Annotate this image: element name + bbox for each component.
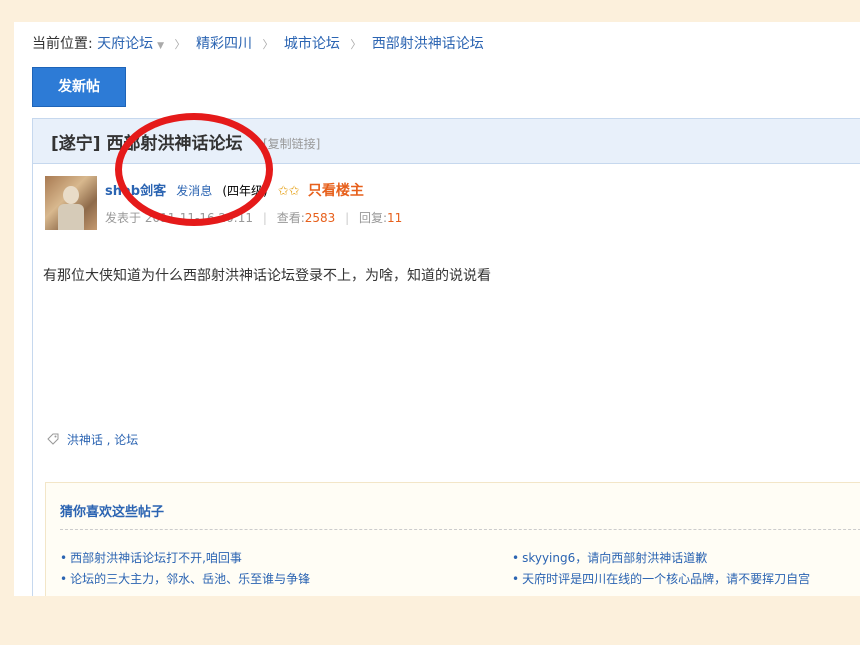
post-meta: 发表于 2011-11-16 20:11 | 查看:2583 | 回复:11	[105, 209, 402, 226]
author-row: shab剑客 发消息 (四年级) ✩✩ 只看楼主	[105, 180, 364, 200]
only-op-link[interactable]: 只看楼主	[308, 183, 364, 199]
copy-link-button[interactable]: [复制链接]	[263, 135, 320, 152]
thread-panel: [遂宁] 西部射洪神话论坛 [复制链接] shab剑客 发消息 (四年级) ✩✩…	[32, 118, 860, 596]
star-icon: ✩✩	[277, 184, 300, 199]
user-level: (四年级)	[222, 184, 268, 198]
breadcrumb-item-tianfu[interactable]: 天府论坛	[97, 36, 153, 52]
caret-down-icon[interactable]: ▼	[157, 41, 164, 51]
divider: |	[345, 211, 350, 225]
posted-prefix: 发表于	[105, 211, 142, 225]
send-message-link[interactable]: 发消息	[176, 184, 212, 198]
avatar[interactable]	[45, 176, 97, 230]
posted-date: 2011-11-16 20:11	[144, 211, 253, 225]
replies-count: 11	[387, 211, 403, 225]
author-name[interactable]: shab剑客	[105, 184, 166, 199]
divider: |	[262, 211, 267, 225]
views-label: 查看:	[276, 211, 305, 225]
post-content: 有那位大侠知道为什么西部射洪神话论坛登录不上，为啥，知道的说说看	[43, 268, 491, 284]
suggested-item[interactable]: 天府时评是四川在线的一个核心品牌，请不要挥刀自宫	[512, 570, 810, 587]
breadcrumb-prefix: 当前位置:	[32, 36, 93, 52]
breadcrumb-item-sichuan[interactable]: 精彩四川	[196, 36, 252, 52]
thread-header: [遂宁] 西部射洪神话论坛 [复制链接]	[33, 119, 860, 164]
breadcrumb-item-city[interactable]: 城市论坛	[284, 36, 340, 52]
forum-page: 当前位置: 天府论坛 ▼ 〉 精彩四川 〉 城市论坛 〉 西部射洪神话论坛 发新帖…	[14, 22, 860, 596]
breadcrumb: 当前位置: 天府论坛 ▼ 〉 精彩四川 〉 城市论坛 〉 西部射洪神话论坛	[32, 33, 484, 53]
divider	[60, 529, 860, 530]
new-post-button[interactable]: 发新帖	[32, 67, 126, 107]
replies-label: 回复:	[358, 211, 388, 225]
tag-list[interactable]: 洪神话 , 论坛	[67, 433, 138, 447]
chevron-right-icon: 〉	[350, 38, 362, 51]
breadcrumb-item-forum[interactable]: 西部射洪神话论坛	[372, 36, 484, 52]
suggested-item[interactable]: skyying6，请向西部射洪神话道歉	[512, 549, 707, 566]
chevron-right-icon: 〉	[262, 38, 274, 51]
tags: 洪神话 , 论坛	[47, 431, 138, 448]
suggested-item[interactable]: 论坛的三大主力，邻水、岳池、乐至谁与争锋	[60, 570, 310, 587]
suggested-item[interactable]: 西部射洪神话论坛打不开,咱回事	[60, 549, 242, 566]
suggested-title: 猜你喜欢这些帖子	[60, 505, 165, 520]
suggested-posts: 猜你喜欢这些帖子 西部射洪神话论坛打不开,咱回事 skyying6，请向西部射洪…	[45, 482, 860, 596]
views-count: 2583	[304, 211, 336, 225]
thread-title: [遂宁] 西部射洪神话论坛	[51, 134, 243, 154]
chevron-right-icon: 〉	[174, 38, 186, 51]
tag-icon	[47, 433, 59, 445]
